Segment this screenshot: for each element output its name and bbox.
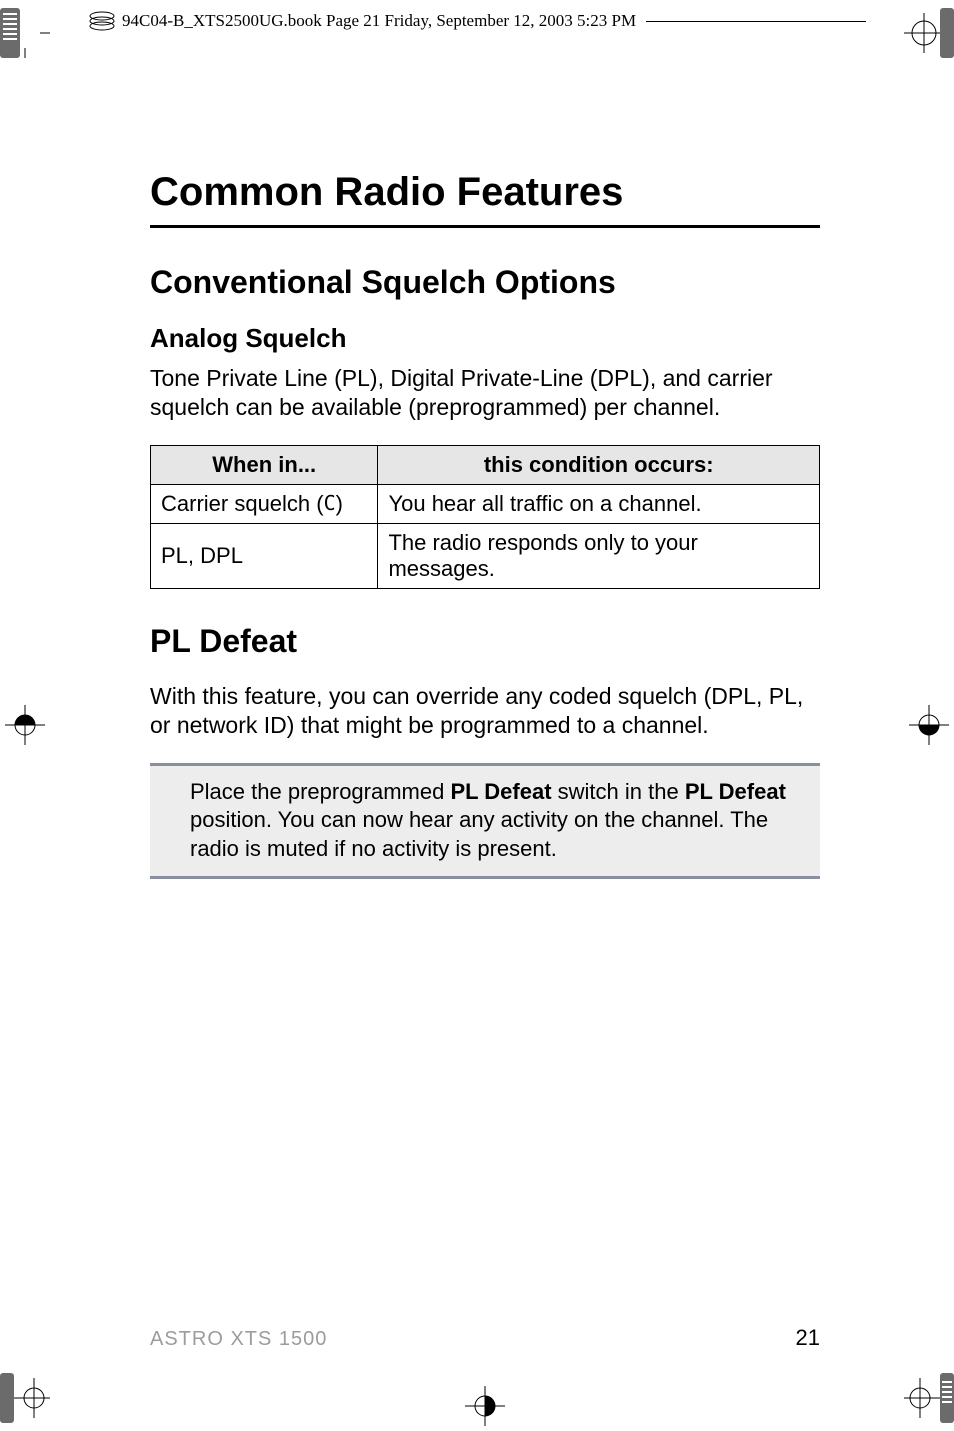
registration-mark-bottom-left-icon xyxy=(0,1373,50,1423)
callout-bold: PL Defeat xyxy=(450,779,551,804)
analog-squelch-paragraph: Tone Private Line (PL), Digital Private-… xyxy=(150,364,820,423)
pl-defeat-paragraph: With this feature, you can override any … xyxy=(150,682,820,741)
page-title: Common Radio Features xyxy=(150,170,820,215)
table-cell-when: Carrier squelch (C) xyxy=(151,484,378,523)
table-row: PL, DPL The radio responds only to your … xyxy=(151,523,820,588)
registration-mark-bottom-right-icon xyxy=(904,1373,954,1423)
page-footer: ASTRO XTS 1500 21 xyxy=(150,1325,820,1351)
section-pl-defeat: PL Defeat xyxy=(150,623,820,660)
registration-mark-mid-right-icon xyxy=(904,700,954,750)
registration-mark-bottom-center-icon xyxy=(460,1381,510,1431)
cell-text: ) xyxy=(336,491,343,516)
footer-page-number: 21 xyxy=(796,1325,820,1351)
table-cell-condition: You hear all traffic on a channel. xyxy=(378,484,820,523)
carrier-squelch-icon: C xyxy=(324,491,336,515)
cell-text: Carrier squelch ( xyxy=(161,491,324,516)
pl-defeat-callout: Place the preprogrammed PL Defeat switch… xyxy=(150,763,820,879)
header-rule xyxy=(646,21,866,22)
table-header-condition: this condition occurs: xyxy=(378,445,820,484)
header-filename: 94C04-B_XTS2500UG.book Page 21 Friday, S… xyxy=(122,11,636,31)
footer-product-name: ASTRO XTS 1500 xyxy=(150,1328,327,1351)
callout-text: Place the preprogrammed xyxy=(190,779,450,804)
book-stack-icon xyxy=(88,10,116,32)
table-cell-condition: The radio responds only to your messages… xyxy=(378,523,820,588)
callout-text: switch in the xyxy=(552,779,685,804)
squelch-table: When in... this condition occurs: Carrie… xyxy=(150,445,820,589)
page-header: 94C04-B_XTS2500UG.book Page 21 Friday, S… xyxy=(88,10,866,32)
page-content: Common Radio Features Conventional Squel… xyxy=(150,170,820,879)
section-conventional-squelch: Conventional Squelch Options xyxy=(150,264,820,301)
registration-mark-top-left-icon xyxy=(0,8,50,58)
subsection-analog-squelch: Analog Squelch xyxy=(150,323,820,354)
table-header-when: When in... xyxy=(151,445,378,484)
table-cell-when: PL, DPL xyxy=(151,523,378,588)
callout-text: position. You can now hear any activity … xyxy=(190,807,768,861)
title-rule xyxy=(150,225,820,228)
registration-mark-mid-left-icon xyxy=(0,700,50,750)
table-row: Carrier squelch (C) You hear all traffic… xyxy=(151,484,820,523)
cell-text: PL, DPL xyxy=(161,543,243,568)
callout-bold: PL Defeat xyxy=(685,779,786,804)
registration-mark-top-right-icon xyxy=(904,8,954,58)
